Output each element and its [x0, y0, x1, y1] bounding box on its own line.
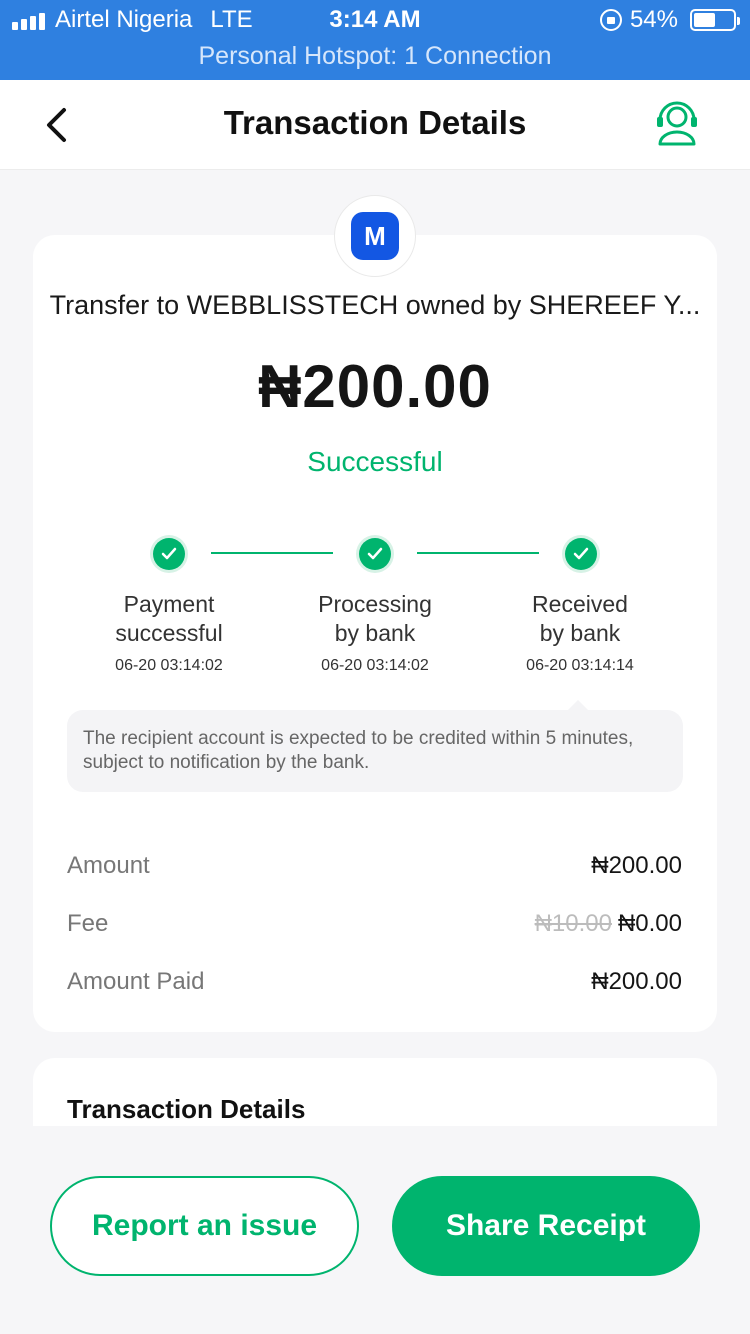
step-2-label: Processing by bank [275, 590, 475, 648]
transaction-details-title: Transaction Details [67, 1094, 306, 1124]
headset-support-icon [657, 101, 697, 146]
status-bar: Airtel Nigeria LTE 3:14 AM 54% Personal … [0, 0, 750, 80]
step-1-check-icon [153, 538, 185, 570]
step-3-label: Received by bank [480, 590, 680, 648]
amount-paid-value: ₦200.00 [591, 968, 682, 995]
recipient-text: Transfer to WEBBLISSTECH owned by SHEREE… [49, 290, 701, 320]
battery-icon [690, 9, 740, 31]
step-3-label-line2: by bank [539, 620, 621, 646]
amount-label: Amount [67, 852, 150, 879]
step-1-label-line1: Payment [123, 591, 215, 617]
transaction-status: Successful [307, 446, 443, 477]
rotation-lock-icon [599, 9, 622, 31]
nav-header: Transaction Details [0, 80, 750, 170]
note-pointer [568, 700, 588, 710]
step-2-label-line1: Processing [318, 591, 432, 617]
transaction-amount: ₦200.00 [258, 353, 492, 420]
page-title: Transaction Details [223, 104, 527, 141]
step-2-check-icon [359, 538, 391, 570]
step-1-label-line2: successful [115, 620, 223, 646]
credit-notice: The recipient account is expected to be … [67, 710, 683, 792]
step-3-label-line1: Received [532, 591, 628, 617]
fee-original-value: ₦10.00 [534, 910, 612, 937]
status-bar-right: 54% [599, 6, 740, 34]
hotspot-banner[interactable]: Personal Hotspot: 1 Connection [0, 42, 750, 71]
step-connector-2 [417, 552, 539, 554]
fee-value: ₦0.00 [617, 910, 682, 937]
moniepoint-logo-icon: M [351, 212, 399, 260]
step-1-time: 06-20 03:14:02 [115, 657, 223, 674]
step-2-label-line2: by bank [334, 620, 416, 646]
fee-label: Fee [67, 910, 109, 937]
battery-fill [694, 13, 715, 27]
merchant-logo: M [334, 195, 416, 277]
step-1-label: Payment successful [69, 590, 269, 648]
share-receipt-button[interactable]: Share Receipt [392, 1176, 700, 1276]
step-2-time: 06-20 03:14:02 [321, 657, 429, 674]
amount-paid-label: Amount Paid [67, 968, 205, 995]
battery-percent: 54% [629, 6, 678, 33]
step-3-time: 06-20 03:14:14 [526, 657, 634, 674]
support-button[interactable] [654, 98, 700, 148]
amount-value: ₦200.00 [591, 852, 682, 879]
step-connector-1 [211, 552, 333, 554]
report-issue-button[interactable]: Report an issue [50, 1176, 359, 1276]
step-3-check-icon [565, 538, 597, 570]
status-bar-row: Airtel Nigeria LTE 3:14 AM 54% [0, 0, 750, 42]
fee-value-group: ₦10.00 ₦0.00 [535, 910, 682, 938]
